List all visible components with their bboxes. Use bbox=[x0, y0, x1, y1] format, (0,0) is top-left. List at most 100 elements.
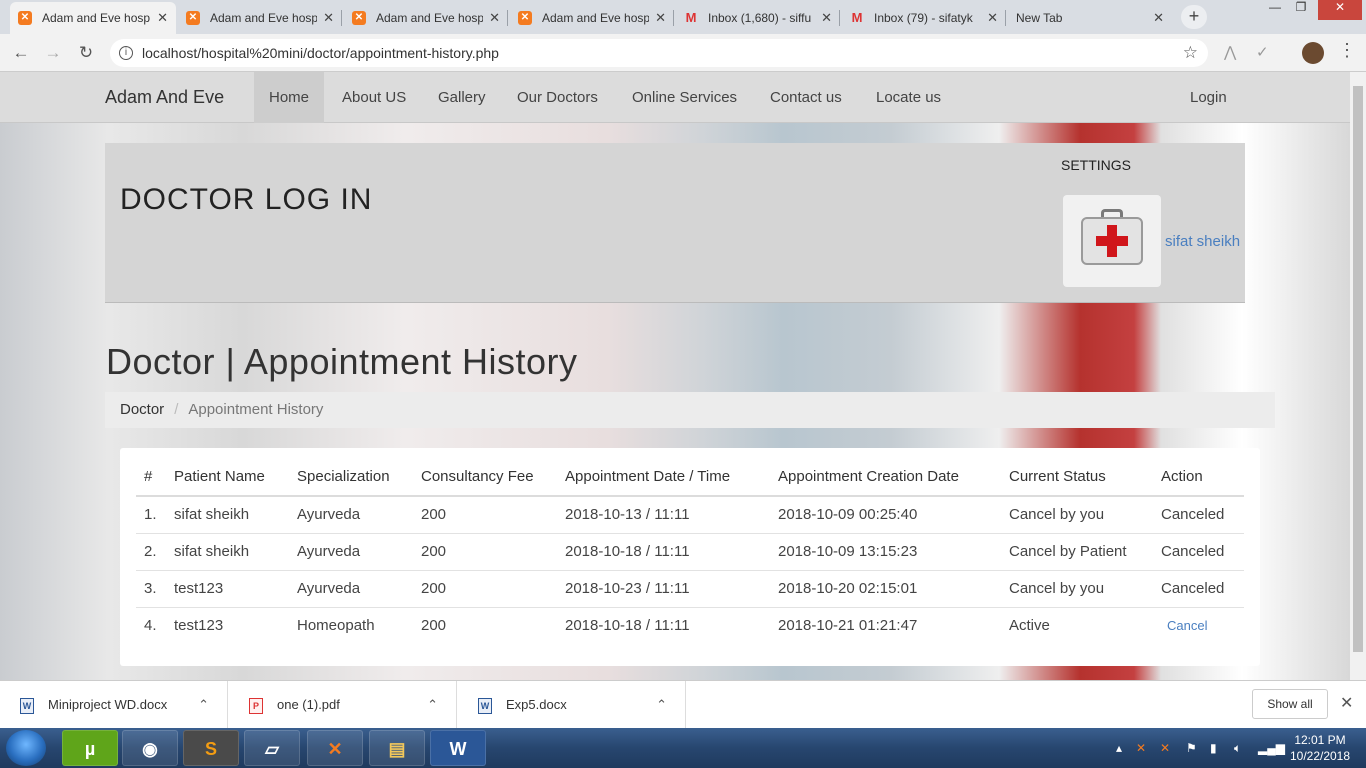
extension-icon[interactable]: ⋀ bbox=[1224, 43, 1236, 61]
file-explorer-icon[interactable]: ▤ bbox=[369, 730, 425, 766]
download-filename: Exp5.docx bbox=[506, 697, 567, 712]
nav-item-home[interactable]: Home bbox=[254, 72, 325, 123]
minimize-icon[interactable]: — bbox=[1262, 0, 1288, 20]
table-row: 2. sifat sheikh Ayurveda 200 2018-10-18 … bbox=[136, 533, 1244, 571]
col-header-fee: Consultancy Fee bbox=[413, 458, 557, 497]
cell-fee: 200 bbox=[413, 570, 557, 608]
scrollbar-thumb[interactable] bbox=[1353, 86, 1363, 652]
reload-icon[interactable]: ↻ bbox=[75, 42, 97, 64]
col-header-status: Current Status bbox=[1001, 458, 1153, 497]
download-item[interactable]: W Miniproject WD.docx ⌃ bbox=[0, 681, 228, 729]
cell-appt-date: 2018-10-13 / 11:11 bbox=[557, 496, 770, 534]
doctor-header: DOCTOR LOG IN SETTINGS sifat sheikh bbox=[105, 143, 1245, 303]
page-title: Doctor | Appointment History bbox=[106, 341, 578, 382]
breadcrumb-doctor[interactable]: Doctor bbox=[120, 401, 164, 418]
back-icon[interactable]: ← bbox=[10, 42, 32, 64]
new-tab-button[interactable]: + bbox=[1181, 5, 1207, 29]
chevron-up-icon[interactable]: ⌃ bbox=[427, 681, 438, 729]
cell-creation-date: 2018-10-09 00:25:40 bbox=[770, 496, 1001, 534]
web-page: Adam And Eve Home About US Gallery Our D… bbox=[0, 72, 1350, 680]
xampp-icon: ✕ bbox=[186, 11, 200, 25]
cell-patient: test123 bbox=[166, 570, 289, 608]
browser-tab[interactable]: ✕ Adam and Eve hosp ✕ bbox=[178, 2, 342, 34]
xampp-icon: ✕ bbox=[352, 11, 366, 25]
tab-separator bbox=[507, 10, 508, 26]
nav-item-about[interactable]: About US bbox=[342, 72, 406, 123]
chevron-up-icon[interactable]: ⌃ bbox=[198, 681, 209, 729]
close-tab-icon[interactable]: ✕ bbox=[489, 10, 500, 26]
sublime-text-icon[interactable]: S bbox=[183, 730, 239, 766]
info-icon[interactable]: i bbox=[119, 46, 133, 60]
word-icon[interactable]: W bbox=[430, 730, 486, 766]
clock-time: 12:01 PM bbox=[1294, 733, 1346, 747]
system-clock[interactable]: 12:01 PM 10/22/2018 bbox=[1280, 732, 1360, 764]
download-item[interactable]: Pone (1).pdf ⌃ bbox=[229, 681, 457, 729]
cell-fee: 200 bbox=[413, 533, 557, 571]
restore-icon[interactable]: ❐ bbox=[1288, 0, 1314, 20]
show-all-button[interactable]: Show all bbox=[1252, 689, 1328, 719]
profile-avatar[interactable] bbox=[1302, 42, 1324, 64]
nav-item-gallery[interactable]: Gallery bbox=[438, 72, 486, 123]
cell-number: 1. bbox=[136, 496, 166, 534]
cell-creation-date: 2018-10-21 01:21:47 bbox=[778, 617, 918, 635]
breadcrumb-current: Appointment History bbox=[188, 401, 324, 418]
nav-item-online-services[interactable]: Online Services bbox=[632, 72, 737, 123]
close-tab-icon[interactable]: ✕ bbox=[1153, 10, 1164, 26]
tab-separator bbox=[341, 10, 342, 26]
xampp-icon: ✕ bbox=[518, 11, 532, 25]
nav-item-contact[interactable]: Contact us bbox=[770, 72, 842, 123]
red-cross-horizontal bbox=[1096, 236, 1128, 246]
utorrent-icon[interactable]: µ bbox=[62, 730, 118, 766]
cell-specialization: Ayurveda bbox=[289, 570, 413, 608]
site-brand[interactable]: Adam And Eve bbox=[105, 72, 224, 123]
device-icon[interactable]: ▮ bbox=[1210, 728, 1217, 768]
checkmark-extension-icon[interactable]: ✓ bbox=[1256, 43, 1269, 61]
volume-icon[interactable]: 🔈︎ bbox=[1234, 728, 1241, 768]
browser-tab[interactable]: ✕ Adam and Eve hosp ✕ bbox=[10, 2, 176, 34]
nav-item-doctors[interactable]: Our Doctors bbox=[517, 72, 598, 123]
cancel-appointment-link[interactable]: Cancel bbox=[1167, 618, 1207, 633]
login-link[interactable]: Login bbox=[1190, 72, 1227, 123]
chrome-icon[interactable]: ◉ bbox=[122, 730, 178, 766]
cell-action: Canceled bbox=[1153, 533, 1244, 571]
xampp-taskbar-icon[interactable]: ✕ bbox=[307, 730, 363, 766]
cell-action: Cancel bbox=[1153, 607, 1244, 644]
tab-separator bbox=[1005, 10, 1006, 26]
window-close-icon[interactable]: ✕ bbox=[1318, 0, 1362, 20]
user-name-link[interactable]: sifat sheikh bbox=[1165, 233, 1240, 250]
bookmark-star-icon[interactable]: ☆ bbox=[1183, 39, 1198, 67]
col-header-creation-date: Appointment Creation Date bbox=[770, 458, 1001, 497]
table-header-row: # Patient Name Specialization Consultanc… bbox=[136, 458, 1244, 497]
browser-tab[interactable]: M Inbox (79) - sifatyk ✕ bbox=[842, 2, 1006, 34]
close-tab-icon[interactable]: ✕ bbox=[987, 10, 998, 26]
settings-label[interactable]: SETTINGS bbox=[1061, 157, 1131, 173]
windows-taskbar: µ ◉ S ▱ ✕ ▤ W ▴ ✕ ✕ ⚑ ▮ 🔈︎ ▂▄▆ 12:01 PM … bbox=[0, 728, 1366, 768]
chevron-up-icon[interactable]: ⌃ bbox=[656, 681, 667, 729]
table-row: 4. test123 Homeopath 200 2018-10-18 / 11… bbox=[136, 607, 1244, 644]
browser-tab[interactable]: New Tab ✕ bbox=[1008, 2, 1172, 34]
browser-tab[interactable]: M Inbox (1,680) - siffu ✕ bbox=[676, 2, 840, 34]
close-tab-icon[interactable]: ✕ bbox=[323, 10, 334, 26]
browser-tab[interactable]: ✕ Adam and Eve hosp ✕ bbox=[510, 2, 674, 34]
tab-title: Adam and Eve hosp bbox=[376, 11, 484, 25]
browser-tab[interactable]: ✕ Adam and Eve hosp ✕ bbox=[344, 2, 508, 34]
xampp-tray-icon[interactable]: ✕ bbox=[1136, 728, 1146, 768]
close-tab-icon[interactable]: ✕ bbox=[157, 10, 168, 26]
show-hidden-icons[interactable]: ▴ bbox=[1116, 728, 1122, 768]
close-tab-icon[interactable]: ✕ bbox=[821, 10, 832, 26]
url-text: localhost/hospital%20mini/doctor/appoint… bbox=[142, 45, 499, 61]
clock-date: 10/22/2018 bbox=[1289, 749, 1351, 763]
start-button[interactable] bbox=[6, 730, 46, 766]
nav-item-locate[interactable]: Locate us bbox=[876, 72, 941, 123]
forward-icon[interactable]: → bbox=[42, 42, 64, 64]
cell-number: 4. bbox=[144, 617, 157, 635]
col-header-action: Action bbox=[1153, 458, 1244, 497]
notepad-icon[interactable]: ▱ bbox=[244, 730, 300, 766]
browser-menu-icon[interactable]: ⋮ bbox=[1338, 40, 1356, 61]
download-item[interactable]: W Exp5.docx ⌃ bbox=[458, 681, 686, 729]
close-downloads-icon[interactable]: ✕ bbox=[1340, 693, 1353, 713]
xampp-tray-icon[interactable]: ✕ bbox=[1160, 728, 1170, 768]
close-tab-icon[interactable]: ✕ bbox=[655, 10, 666, 26]
flag-icon[interactable]: ⚑ bbox=[1186, 728, 1197, 768]
url-input[interactable]: i localhost/hospital%20mini/doctor/appoi… bbox=[110, 39, 1208, 67]
